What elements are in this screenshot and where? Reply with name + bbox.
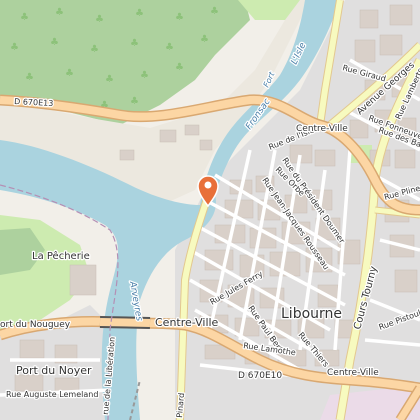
svg-text:♣: ♣ [55, 7, 64, 18]
svg-text:♣: ♣ [105, 74, 114, 85]
place-label-port-du-noyer: Port du Noyer [16, 364, 92, 377]
place-label-la-pecherie: La Pêcherie [32, 250, 90, 262]
map-pin-center [204, 181, 212, 189]
svg-text:♣: ♣ [65, 68, 74, 79]
svg-text:♣: ♣ [90, 44, 99, 55]
svg-text:♣: ♣ [135, 8, 144, 19]
bridge-road [99, 318, 151, 327]
svg-text:♣: ♣ [95, 14, 104, 25]
svg-text:♣: ♣ [165, 42, 174, 53]
svg-text:♣: ♣ [20, 12, 29, 23]
svg-text:♣: ♣ [175, 12, 184, 23]
place-label-centre-ville-bridge: Centre-Ville [155, 316, 219, 329]
map-canvas[interactable]: ♣ ♣ ♣ ♣ ♣ ♣ ♣ ♣ ♣ ♣ ♣ ♣ ♣ ♣ ♣ ♣ ♣ ♣ ♣ D … [0, 0, 420, 420]
place-label-libourne: Libourne [281, 306, 342, 322]
road-label-d670e10: D 670E10 [238, 371, 282, 381]
svg-text:♣: ♣ [25, 72, 34, 83]
place-label-port-du-nouguey: ort du Nouguey [0, 320, 71, 330]
svg-text:♣: ♣ [140, 70, 149, 81]
svg-text:♣: ♣ [200, 34, 209, 45]
svg-text:♣: ♣ [130, 96, 139, 107]
svg-text:♣: ♣ [175, 62, 184, 73]
svg-text:♣: ♣ [130, 38, 139, 49]
place-label-centre-ville-north: Centre-Ville [296, 124, 348, 134]
svg-text:♣: ♣ [10, 42, 19, 53]
map-svg: ♣ ♣♣♣ ♣♣ ♣ ♣♣♣ ♣♣ ♣ ♣♣ ♣♣ ♣ ♣ D 670E13 D… [0, 0, 420, 420]
svg-text:♣: ♣ [50, 37, 59, 48]
road-label-rue-auguste-lemeland: Rue Auguste Lemeland [6, 390, 98, 399]
svg-text:♣: ♣ [210, 6, 219, 17]
place-label-centre-ville-south: Centre-Ville [327, 368, 379, 378]
